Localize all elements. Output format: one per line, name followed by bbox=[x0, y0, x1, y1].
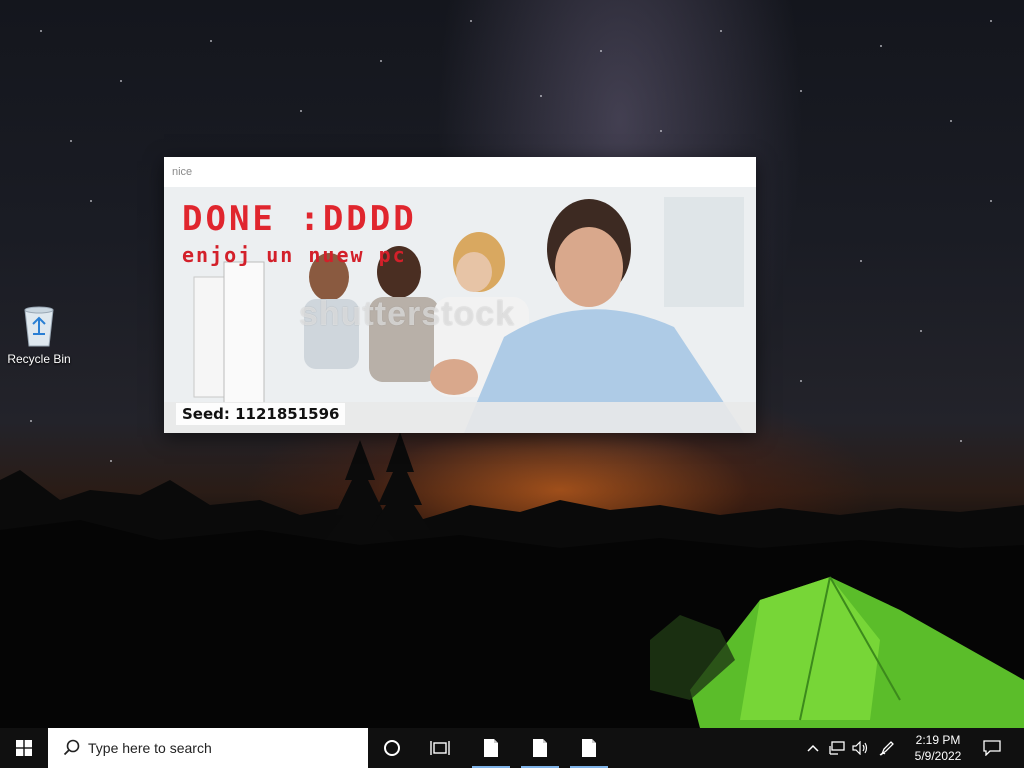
window-image: DONE :DDDD enjoj un nuew pc shutterstock… bbox=[164, 187, 756, 433]
pen-workspace-button[interactable] bbox=[876, 728, 898, 768]
network-tray-button[interactable] bbox=[826, 728, 848, 768]
taskbar-app-document-2[interactable] bbox=[517, 728, 563, 768]
seed-label: Seed: 1121851596 bbox=[176, 403, 346, 425]
task-view-button[interactable] bbox=[417, 728, 463, 768]
image-headline: DONE :DDDD bbox=[182, 199, 417, 239]
taskbar: Type here to search 2:19 PM 5/9/2022 bbox=[0, 728, 1024, 768]
pen-icon bbox=[879, 741, 894, 756]
search-icon bbox=[58, 739, 86, 757]
taskbar-search-box[interactable]: Type here to search bbox=[48, 728, 368, 768]
document-icon bbox=[582, 739, 596, 757]
document-icon bbox=[484, 739, 498, 757]
clock-date: 5/9/2022 bbox=[914, 749, 962, 763]
start-button[interactable] bbox=[0, 728, 48, 768]
clock-time: 2:19 PM bbox=[915, 733, 961, 747]
taskbar-app-document-3[interactable] bbox=[566, 728, 612, 768]
action-center-button[interactable] bbox=[978, 728, 1006, 768]
taskbar-app-document-1[interactable] bbox=[468, 728, 514, 768]
windows-logo-icon bbox=[16, 740, 32, 756]
window-title: nice bbox=[172, 166, 193, 178]
chevron-up-icon bbox=[807, 744, 819, 752]
cortana-circle-icon bbox=[384, 740, 400, 756]
image-window[interactable]: nice DONE :DDDD enjoj un nuew pc shutter… bbox=[164, 157, 756, 433]
cortana-button[interactable] bbox=[369, 728, 415, 768]
search-placeholder: Type here to search bbox=[88, 740, 212, 756]
desktop-icon-label: Recycle Bin bbox=[7, 352, 71, 366]
show-hidden-icons-button[interactable] bbox=[802, 728, 824, 768]
window-titlebar[interactable]: nice bbox=[164, 157, 756, 187]
image-watermark: shutterstock bbox=[299, 295, 516, 333]
taskbar-clock[interactable]: 2:19 PM 5/9/2022 bbox=[908, 728, 968, 768]
volume-icon bbox=[852, 741, 868, 755]
volume-tray-button[interactable] bbox=[850, 728, 872, 768]
image-subline: enjoj un nuew pc bbox=[182, 243, 407, 267]
document-icon bbox=[533, 739, 547, 757]
network-icon bbox=[829, 741, 845, 755]
task-view-icon bbox=[430, 741, 450, 755]
recycle-bin-icon bbox=[24, 306, 54, 347]
action-center-icon bbox=[983, 740, 1001, 756]
desktop-icon-recycle-bin[interactable]: Recycle Bin bbox=[4, 304, 74, 366]
